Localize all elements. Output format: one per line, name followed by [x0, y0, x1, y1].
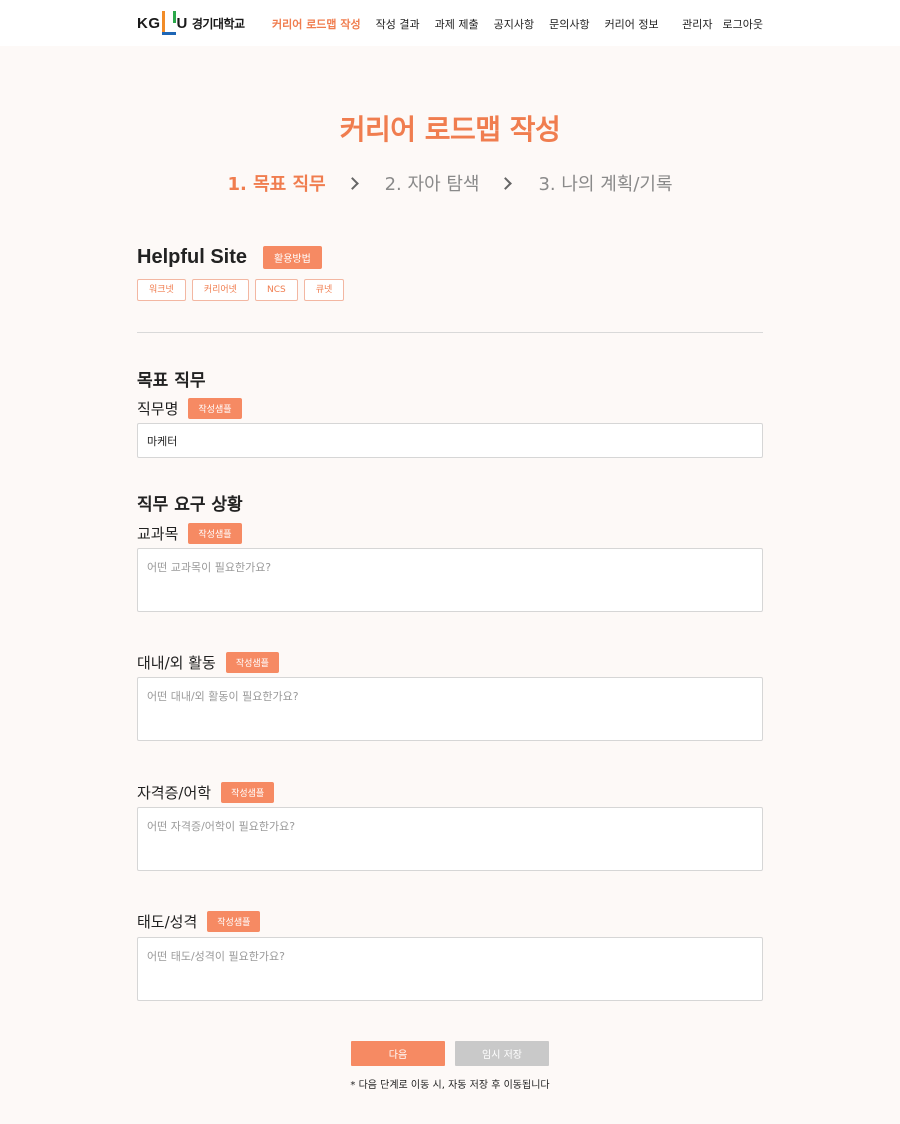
activities-label: 대내/외 활동: [137, 654, 216, 672]
attitude-sample-button[interactable]: 작성샘플: [207, 911, 261, 932]
step-my-plan[interactable]: 3. 나의 계획/기록: [538, 170, 672, 196]
nav-item-inquiries[interactable]: 문의사항: [549, 16, 589, 32]
chevron-right-icon: [345, 176, 359, 190]
courses-label: 교과목: [137, 525, 179, 543]
step-self-exploration[interactable]: 2. 자아 탐색: [385, 170, 480, 196]
logo-mark: KG U: [137, 11, 188, 35]
nav-item-notices[interactable]: 공지사항: [494, 16, 534, 32]
logo-abbr-left: KG: [137, 14, 161, 32]
job-name-label: 직무명: [137, 400, 179, 418]
job-name-input[interactable]: [137, 423, 763, 458]
certificates-textarea[interactable]: [137, 807, 763, 871]
courses-sample-button[interactable]: 작성샘플: [188, 523, 242, 544]
nav-item-results[interactable]: 작성 결과: [376, 16, 420, 32]
job-name-sample-button[interactable]: 작성샘플: [188, 398, 242, 419]
logo-abbr-right: U: [176, 14, 188, 32]
admin-link[interactable]: 관리자: [682, 16, 712, 32]
activities-textarea[interactable]: [137, 677, 763, 741]
section-divider: [137, 332, 763, 333]
certificates-sample-button[interactable]: 작성샘플: [221, 782, 275, 803]
usage-guide-button[interactable]: 활용방법: [263, 246, 322, 269]
next-button[interactable]: 다음: [351, 1041, 445, 1066]
step-indicator: 1. 목표 직무 2. 자아 탐색 3. 나의 계획/기록: [0, 170, 900, 196]
kgu-logo[interactable]: KG U 경기대학교: [137, 10, 245, 36]
attitude-textarea[interactable]: [137, 937, 763, 1001]
site-link-ncs[interactable]: NCS: [254, 279, 298, 301]
logout-link[interactable]: 로그아웃: [723, 16, 763, 32]
nav-item-assignment[interactable]: 과제 제출: [435, 16, 479, 32]
certificates-label: 자격증/어학: [137, 784, 212, 802]
site-link-careernet[interactable]: 커리어넷: [191, 279, 249, 301]
target-job-section-title: 목표 직무: [137, 371, 206, 391]
courses-label-row: 교과목 작성샘플: [137, 523, 242, 544]
chevron-right-icon: [499, 176, 513, 190]
requirements-section-title: 직무 요구 상황: [137, 495, 243, 515]
job-name-label-row: 직무명 작성샘플: [137, 398, 242, 419]
nav-item-career-roadmap[interactable]: 커리어 로드맵 작성: [272, 16, 361, 32]
courses-textarea[interactable]: [137, 548, 763, 612]
attitude-label-row: 태도/성격 작성샘플: [137, 911, 261, 932]
step-target-job[interactable]: 1. 목표 직무: [227, 170, 325, 196]
form-actions: 다음 임시 저장: [0, 1041, 900, 1066]
helpful-site-header: Helpful Site 활용방법: [137, 246, 322, 269]
top-navigation-bar: KG U 경기대학교 커리어 로드맵 작성 작성 결과 과제 제출 공지사항 문…: [0, 0, 900, 46]
page-title: 커리어 로드맵 작성: [339, 113, 561, 146]
logo-frame-icon: [161, 11, 176, 35]
site-link-worknet[interactable]: 워크넷: [137, 279, 186, 301]
activities-label-row: 대내/외 활동 작성샘플: [137, 652, 279, 673]
certificates-label-row: 자격증/어학 작성샘플: [137, 782, 275, 803]
auto-save-notice: * 다음 단계로 이동 시, 자동 저장 후 이동됩니다: [350, 1080, 550, 1091]
main-nav: 커리어 로드맵 작성 작성 결과 과제 제출 공지사항 문의사항 커리어 정보: [272, 16, 674, 32]
helpful-site-links: 워크넷 커리어넷 NCS 큐넷: [137, 279, 350, 301]
nav-item-career-info[interactable]: 커리어 정보: [605, 16, 659, 32]
logo-text: 경기대학교: [191, 16, 245, 31]
temp-save-button[interactable]: 임시 저장: [455, 1041, 549, 1066]
helpful-site-title: Helpful Site: [137, 246, 248, 268]
attitude-label: 태도/성격: [137, 913, 198, 931]
site-link-qnet[interactable]: 큐넷: [303, 279, 345, 301]
user-menu: 관리자 로그아웃: [672, 16, 763, 32]
activities-sample-button[interactable]: 작성샘플: [225, 652, 279, 673]
